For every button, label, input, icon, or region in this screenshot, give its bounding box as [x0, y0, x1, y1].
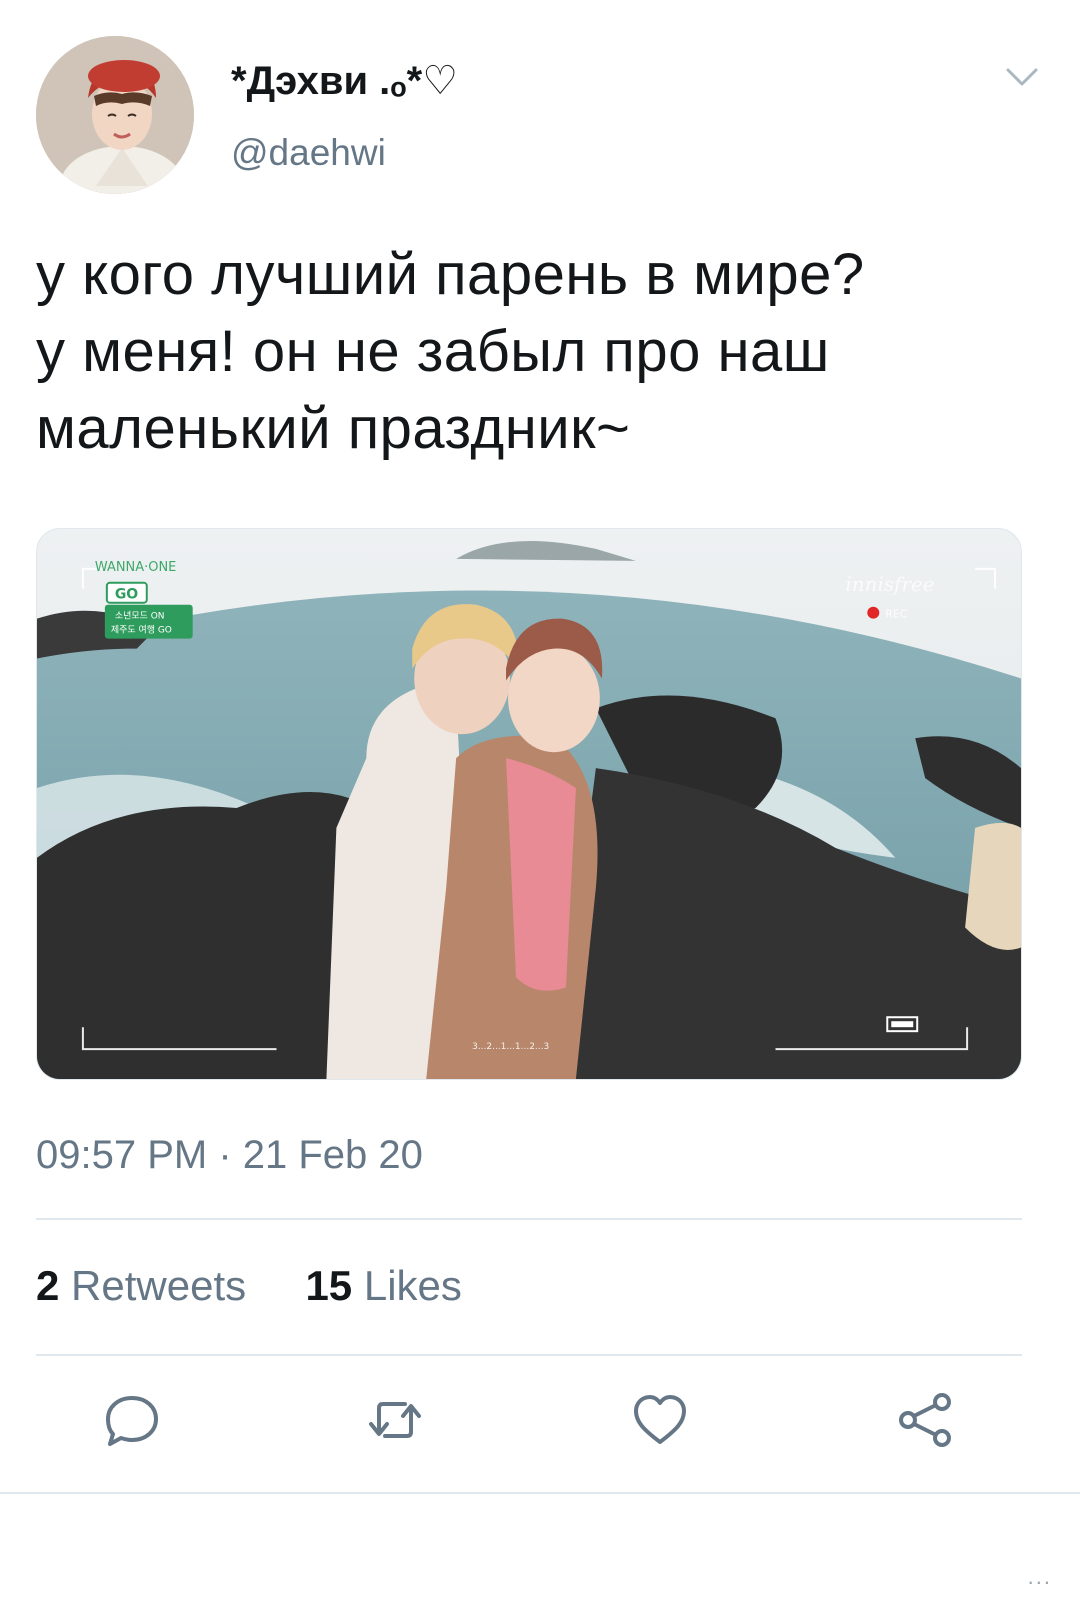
tweet-text-line: у кого лучший парень в мире? [36, 242, 865, 307]
tweet-timestamp[interactable]: 09:57 PM · 21 Feb 20 [36, 1133, 423, 1178]
share-icon [899, 1393, 951, 1447]
avatar-image [36, 36, 194, 194]
divider [36, 1218, 1022, 1220]
retweet-icon [369, 1402, 421, 1438]
avatar[interactable] [36, 36, 194, 194]
show-logo-text: WANNA·ONE [95, 560, 176, 575]
divider [0, 1492, 1080, 1494]
likes-stat[interactable]: 15 Likes [305, 1262, 461, 1309]
show-go-text: GO [115, 587, 138, 603]
divider [36, 1354, 1022, 1356]
likes-label: Likes [363, 1262, 462, 1309]
tweet-media[interactable]: WANNA·ONE GO 소년모드 ON 제주도 여행 GO innisfree… [36, 528, 1022, 1080]
heart-icon [634, 1395, 686, 1444]
reply-button[interactable] [102, 1390, 162, 1450]
like-button[interactable] [630, 1390, 690, 1450]
more-indicator: ... [1027, 1564, 1052, 1589]
retweets-label: Retweets [71, 1262, 247, 1309]
share-button[interactable] [896, 1390, 956, 1450]
tweet-text: у кого лучший парень в мире? у меня! он … [36, 236, 1036, 467]
retweet-button[interactable] [365, 1390, 425, 1450]
brand-watermark: innisfree [845, 572, 934, 596]
likes-count: 15 [305, 1262, 353, 1309]
show-sub1-text: 소년모드 ON [115, 611, 165, 622]
tweet-text-line: маленький праздник~ [36, 396, 631, 461]
user-handle[interactable]: @daehwi [231, 132, 386, 174]
retweets-stat[interactable]: 2 Retweets [36, 1262, 258, 1309]
show-sub2-text: 제주도 여행 GO [111, 624, 172, 636]
tweet-text-line: у меня! он не забыл про наш [36, 319, 830, 384]
chevron-down-icon[interactable] [1004, 66, 1040, 90]
media-photo: WANNA·ONE GO 소년모드 ON 제주도 여행 GO innisfree… [37, 529, 1021, 1079]
reply-icon [106, 1396, 158, 1446]
tweet-header: *Дэхви .ₒ*♡ @daehwi [36, 36, 1044, 196]
tweet-stats: 2 Retweets 15 Likes [36, 1262, 462, 1310]
display-name[interactable]: *Дэхви .ₒ*♡ [231, 58, 458, 104]
camera-counter: 3...2...1...1...2...3 [472, 1042, 549, 1052]
retweets-count: 2 [36, 1262, 60, 1309]
rec-label: REC [885, 608, 908, 621]
